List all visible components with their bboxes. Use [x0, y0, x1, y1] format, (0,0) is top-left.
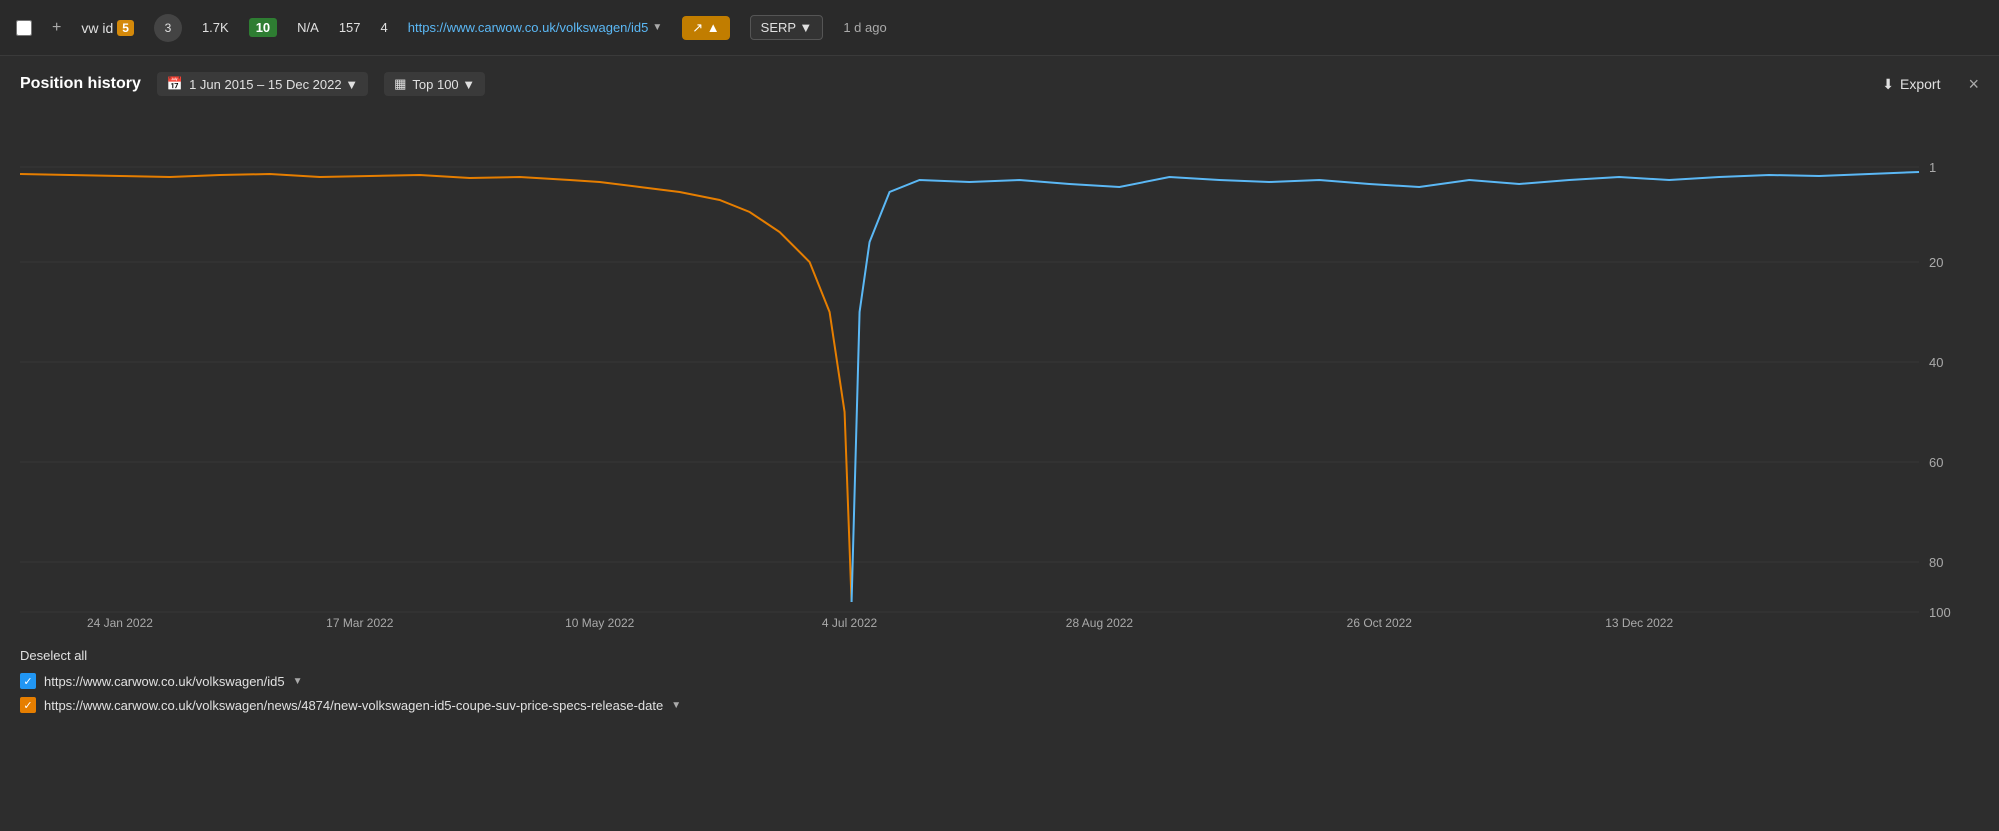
- main-panel: Position history 📅 1 Jun 2015 – 15 Dec 2…: [0, 56, 1999, 733]
- grid-icon: ▦: [394, 76, 406, 92]
- stat-position: 10: [249, 18, 277, 37]
- export-icon: ⬇: [1882, 76, 1894, 93]
- svg-text:40: 40: [1929, 355, 1943, 370]
- legend-url-orange: https://www.carwow.co.uk/volkswagen/news…: [44, 698, 663, 713]
- add-icon[interactable]: +: [52, 19, 61, 37]
- stat-traffic: 157: [339, 20, 361, 35]
- top100-label: Top 100 ▼: [412, 77, 475, 92]
- svg-text:24 Jan 2022: 24 Jan 2022: [87, 616, 153, 630]
- legend-dropdown-orange[interactable]: ▼: [671, 700, 681, 711]
- checkmark-icon: ✓: [23, 675, 32, 688]
- svg-text:100: 100: [1929, 605, 1951, 620]
- time-ago: 1 d ago: [843, 20, 886, 35]
- blue-line: [852, 172, 1919, 602]
- top-row: + vw id 5 3 1.7K 10 N/A 157 4 https://ww…: [0, 0, 1999, 56]
- svg-text:4 Jul 2022: 4 Jul 2022: [822, 616, 878, 630]
- stat-cpc: N/A: [297, 20, 319, 35]
- url-link[interactable]: https://www.carwow.co.uk/volkswagen/id5: [408, 20, 649, 35]
- svg-text:13 Dec 2022: 13 Dec 2022: [1605, 616, 1673, 630]
- svg-text:17 Mar 2022: 17 Mar 2022: [326, 616, 394, 630]
- serp-trend-button[interactable]: ↗ ▲: [682, 16, 729, 40]
- position-history-chart: 1 20 40 60 80 100 24 Jan 2022 17 Mar 202…: [20, 112, 1979, 632]
- panel-title: Position history: [20, 75, 141, 93]
- close-icon: ×: [1968, 74, 1979, 94]
- deselect-all-button[interactable]: Deselect all: [20, 648, 1979, 663]
- svg-text:20: 20: [1929, 255, 1943, 270]
- keyword-tag: vw id 5: [81, 20, 134, 36]
- svg-text:60: 60: [1929, 455, 1943, 470]
- legend-url-blue: https://www.carwow.co.uk/volkswagen/id5: [44, 674, 285, 689]
- svg-text:10 May 2022: 10 May 2022: [565, 616, 635, 630]
- keyword-text: vw id: [81, 20, 113, 36]
- top100-filter-button[interactable]: ▦ Top 100 ▼: [384, 72, 485, 96]
- date-filter-button[interactable]: 📅 1 Jun 2015 – 15 Dec 2022 ▼: [157, 72, 368, 96]
- legend-item-orange: ✓ https://www.carwow.co.uk/volkswagen/ne…: [20, 697, 1979, 713]
- stat-urls: 4: [381, 20, 388, 35]
- svg-text:80: 80: [1929, 555, 1943, 570]
- legend-item-blue: ✓ https://www.carwow.co.uk/volkswagen/id…: [20, 673, 1979, 689]
- export-label: Export: [1900, 76, 1940, 92]
- legend-section: Deselect all ✓ https://www.carwow.co.uk/…: [20, 632, 1979, 733]
- keyword-badge: 5: [117, 20, 134, 36]
- panel-header: Position history 📅 1 Jun 2015 – 15 Dec 2…: [20, 72, 1979, 96]
- svg-text:26 Oct 2022: 26 Oct 2022: [1347, 616, 1413, 630]
- url-dropdown-icon[interactable]: ▼: [652, 22, 662, 33]
- close-button[interactable]: ×: [1968, 74, 1979, 95]
- stat-volume: 1.7K: [202, 20, 229, 35]
- stat-difficulty: 3: [154, 14, 182, 42]
- row-checkbox[interactable]: [16, 20, 32, 36]
- legend-checkbox-orange[interactable]: ✓: [20, 697, 36, 713]
- calendar-icon: 📅: [167, 76, 183, 92]
- orange-line: [20, 174, 852, 602]
- chart-container: 1 20 40 60 80 100 24 Jan 2022 17 Mar 202…: [20, 112, 1979, 632]
- date-range-label: 1 Jun 2015 – 15 Dec 2022 ▼: [189, 77, 358, 92]
- svg-text:1: 1: [1929, 160, 1936, 175]
- legend-dropdown-blue[interactable]: ▼: [293, 676, 303, 687]
- svg-text:28 Aug 2022: 28 Aug 2022: [1066, 616, 1134, 630]
- serp-dropdown[interactable]: SERP ▼: [750, 15, 824, 40]
- legend-checkbox-blue[interactable]: ✓: [20, 673, 36, 689]
- checkmark-icon-orange: ✓: [23, 699, 32, 712]
- export-button[interactable]: ⬇ Export: [1882, 76, 1940, 93]
